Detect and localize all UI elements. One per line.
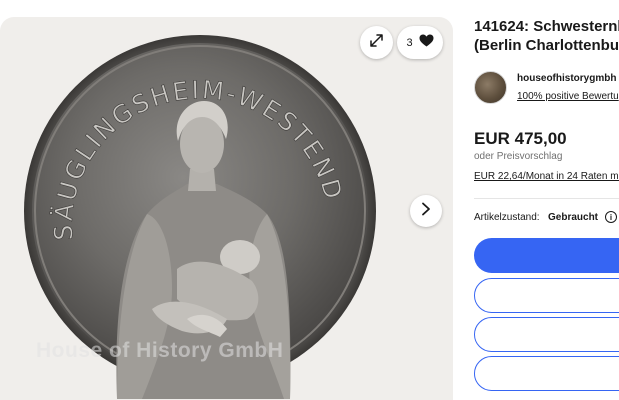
next-image-button[interactable]	[410, 195, 442, 227]
chevron-right-icon	[421, 202, 431, 221]
listing-page: SÄUGLINGSHEIM-WESTEND House of History G…	[0, 0, 619, 400]
condition-value: Gebraucht	[548, 212, 599, 223]
seller-avatar[interactable]	[474, 71, 507, 104]
listing-info: 141624: Schwesternb (Berlin Charlottenbu…	[474, 0, 619, 400]
like-button[interactable]: 3	[397, 26, 443, 59]
watchlist-button[interactable]	[474, 356, 619, 391]
expand-icon	[369, 33, 384, 53]
seller-name[interactable]: houseofhistorygmbh	[517, 73, 616, 84]
seller-feedback-link[interactable]: 100% positive Bewertu	[517, 91, 619, 102]
info-icon[interactable]: i	[605, 211, 617, 223]
best-offer-text: oder Preisvorschlag	[474, 151, 563, 162]
installments-link[interactable]: EUR 22,64/Monat in 24 Raten mi	[474, 171, 619, 182]
listing-title: 141624: Schwesternb (Berlin Charlottenbu	[474, 18, 619, 54]
divider	[474, 198, 619, 199]
price: EUR 475,00	[474, 129, 567, 148]
condition-label: Artikelzustand:	[474, 212, 540, 223]
image-gallery[interactable]: SÄUGLINGSHEIM-WESTEND House of History G…	[0, 17, 453, 400]
expand-button[interactable]	[360, 26, 393, 59]
buy-now-button[interactable]	[474, 238, 619, 273]
watermark-text: House of History GmbH	[36, 339, 284, 362]
heart-icon	[419, 34, 434, 52]
add-to-cart-button[interactable]	[474, 278, 619, 313]
make-offer-button[interactable]	[474, 317, 619, 352]
like-count: 3	[406, 36, 413, 49]
